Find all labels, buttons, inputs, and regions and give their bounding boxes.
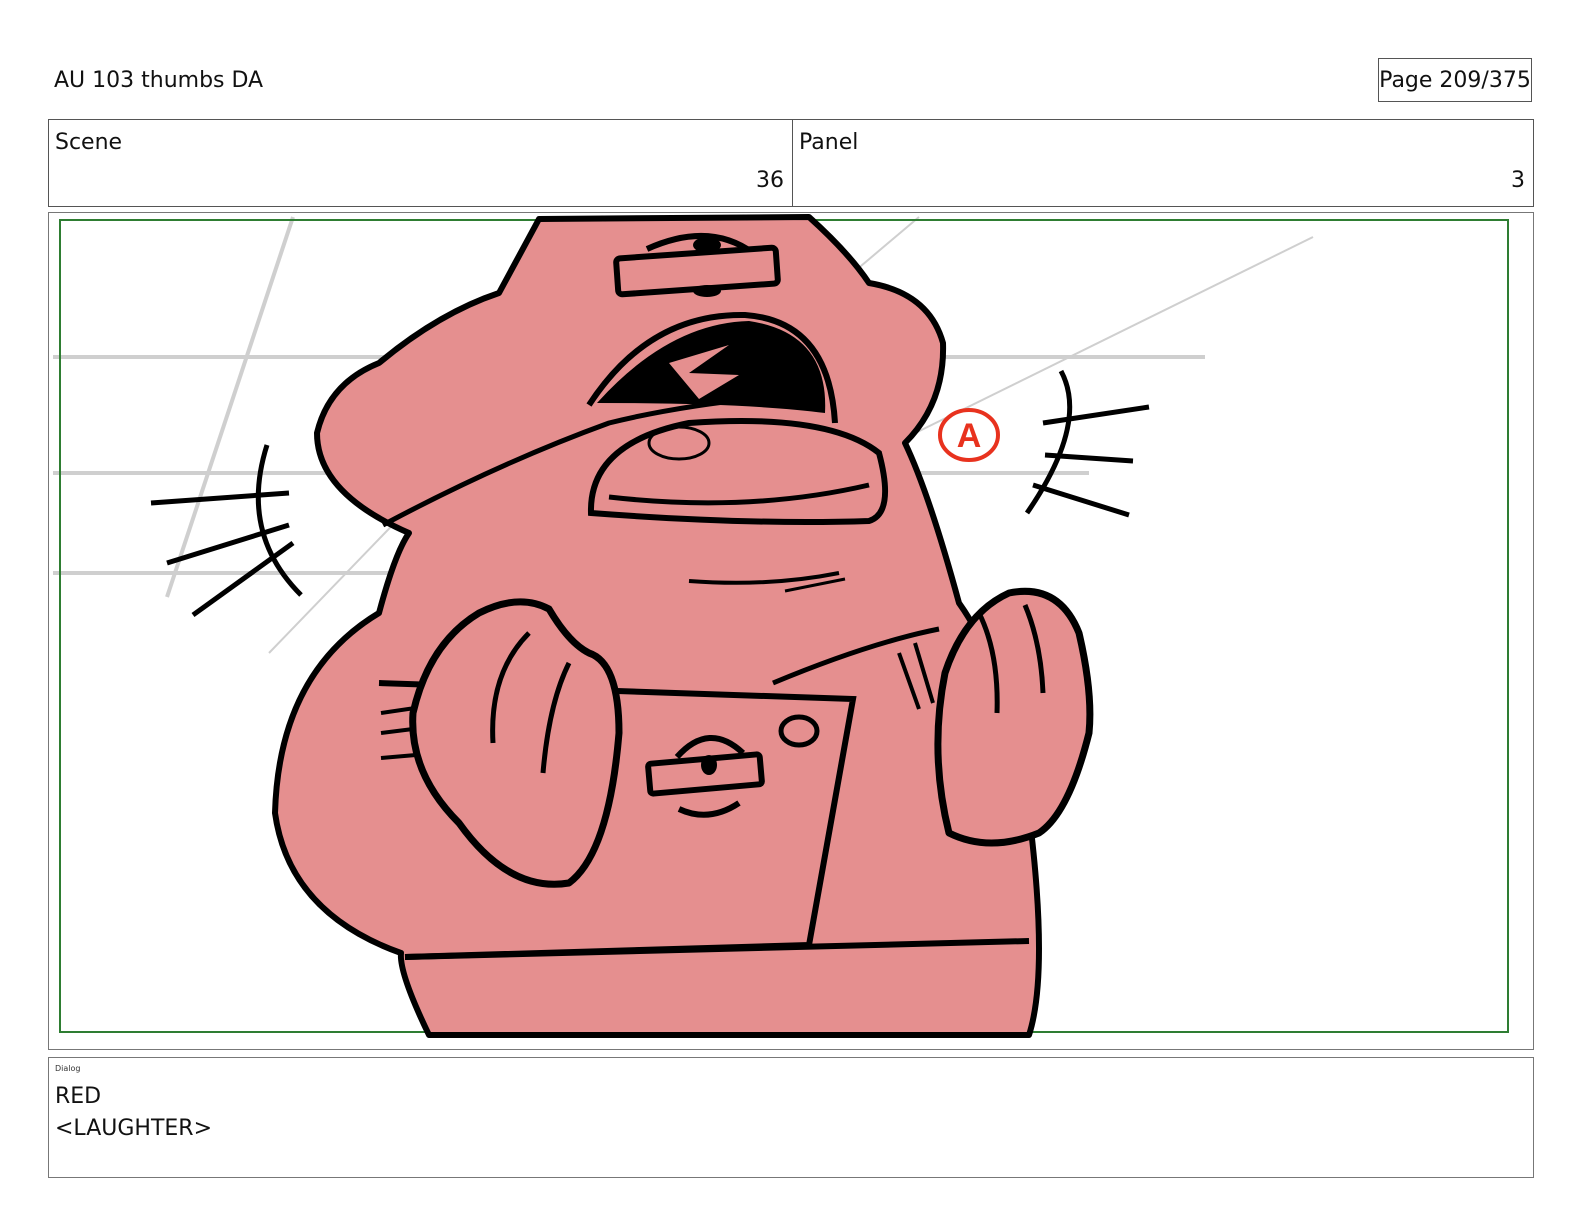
scene-number: 36 xyxy=(756,168,784,193)
page-number: Page 209/375 xyxy=(1378,58,1532,102)
annotation-marker: A xyxy=(938,408,1000,462)
panel-cell: Panel 3 xyxy=(793,120,1533,206)
shake-marks-right xyxy=(1024,369,1150,518)
panel-drawing: A xyxy=(53,214,1509,1038)
dialog-tag: Dialog xyxy=(55,1064,81,1073)
annotation-letter: A xyxy=(957,417,982,455)
panel-number: 3 xyxy=(1511,168,1525,193)
dialog-character: RED xyxy=(55,1084,102,1109)
panel-label: Panel xyxy=(799,130,859,155)
scene-label: Scene xyxy=(55,130,123,155)
storyboard-panel: A xyxy=(48,212,1534,1050)
document-title: AU 103 thumbs DA xyxy=(54,68,264,93)
scene-cell: Scene 36 xyxy=(49,120,793,206)
dialog-box: Dialog RED <LAUGHTER> xyxy=(48,1057,1534,1178)
scene-panel-header: Scene 36 Panel 3 xyxy=(48,119,1534,207)
character-red xyxy=(272,214,1094,1038)
shake-marks-left xyxy=(150,444,303,618)
dialog-line: <LAUGHTER> xyxy=(55,1116,212,1141)
